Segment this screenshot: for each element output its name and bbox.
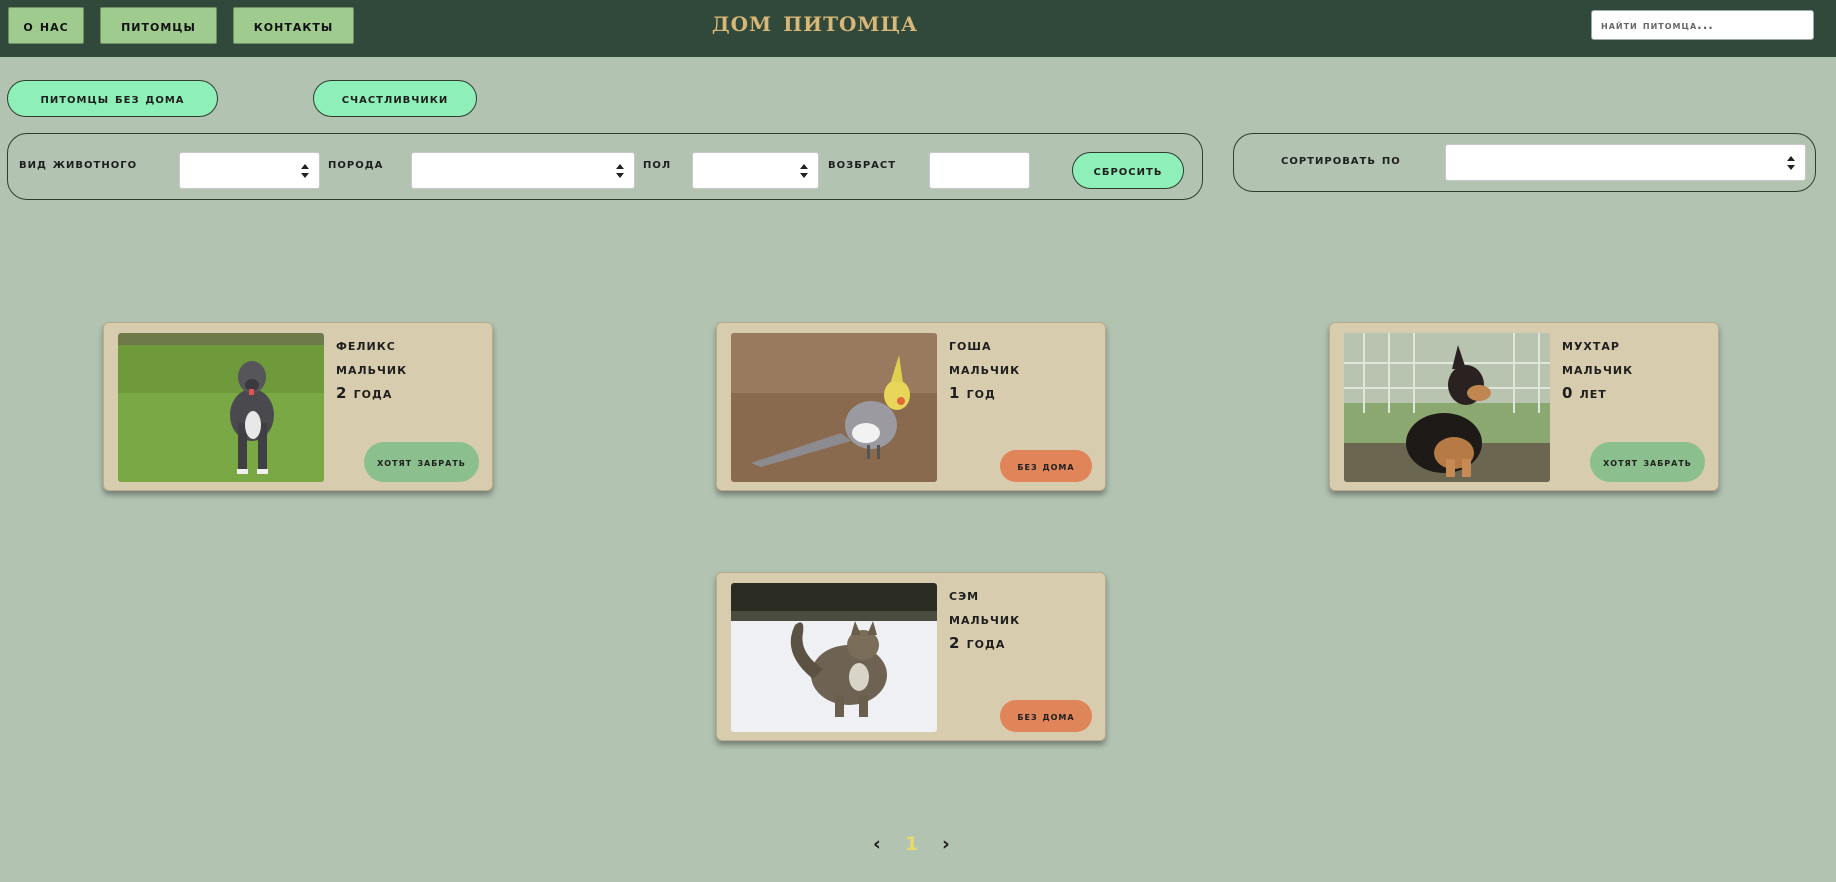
- pet-name: феликс: [336, 336, 396, 354]
- prev-page-button[interactable]: ‹: [873, 833, 881, 855]
- sort-label: сортировать по: [1281, 152, 1401, 168]
- status-badge: без дома: [1000, 450, 1092, 482]
- pet-photo-bird: [731, 333, 937, 482]
- nav-about-button[interactable]: о нас: [8, 7, 84, 44]
- status-badge: хотят забрать: [1590, 442, 1705, 482]
- select-arrows-icon: [1787, 156, 1795, 170]
- lucky-pets-toggle[interactable]: счастливчики: [313, 80, 477, 117]
- pet-name: сэм: [949, 586, 980, 604]
- pet-age: 1 год: [949, 384, 996, 402]
- site-title: дом питомца: [711, 4, 919, 38]
- next-page-button[interactable]: ›: [942, 833, 950, 855]
- pet-age: 0 лет: [1562, 384, 1607, 402]
- status-badge: хотят забрать: [364, 442, 479, 482]
- pet-card[interactable]: сэм мальчик 2 года без дома: [716, 572, 1106, 741]
- page-number-current[interactable]: 1: [905, 833, 918, 855]
- species-select[interactable]: [179, 152, 320, 189]
- select-arrows-icon: [616, 164, 624, 178]
- breed-label: порода: [328, 156, 384, 172]
- pet-card[interactable]: мухтар мальчик 0 лет хотят забрать: [1329, 322, 1719, 491]
- sort-panel: сортировать по: [1233, 133, 1816, 192]
- select-arrows-icon: [800, 164, 808, 178]
- homeless-pets-toggle[interactable]: питомцы без дома: [7, 80, 218, 117]
- nav-pets-button[interactable]: питомцы: [100, 7, 217, 44]
- select-arrows-icon: [301, 164, 309, 178]
- age-input[interactable]: [929, 152, 1030, 189]
- pet-photo-dog: [118, 333, 324, 482]
- pet-age: 2 года: [949, 634, 1006, 652]
- pet-photo-puppy: [1344, 333, 1550, 482]
- age-label: возбраст: [828, 156, 897, 172]
- species-label: вид животного: [19, 156, 138, 172]
- pet-name: мухтар: [1562, 336, 1620, 354]
- pet-photo-cat: [731, 583, 937, 732]
- nav-contacts-button[interactable]: контакты: [233, 7, 354, 44]
- pet-gender: мальчик: [949, 360, 1021, 378]
- breed-select[interactable]: [411, 152, 635, 189]
- pet-gender: мальчик: [949, 610, 1021, 628]
- filter-panel: вид животного порода пол возбраст сброси…: [7, 133, 1203, 200]
- pet-gender: мальчик: [336, 360, 408, 378]
- pet-gender: мальчик: [1562, 360, 1634, 378]
- search-input[interactable]: [1591, 10, 1814, 40]
- gender-select[interactable]: [692, 152, 819, 189]
- pet-card[interactable]: гоша мальчик 1 год без дома: [716, 322, 1106, 491]
- sort-select[interactable]: [1445, 144, 1806, 181]
- status-badge: без дома: [1000, 700, 1092, 732]
- pet-card[interactable]: феликс мальчик 2 года хотят забрать: [103, 322, 493, 491]
- reset-button[interactable]: сбросить: [1072, 152, 1184, 189]
- pet-age: 2 года: [336, 384, 393, 402]
- header-bar: о нас питомцы контакты дом питомца: [0, 0, 1836, 57]
- pet-name: гоша: [949, 336, 992, 354]
- gender-label: пол: [643, 156, 672, 172]
